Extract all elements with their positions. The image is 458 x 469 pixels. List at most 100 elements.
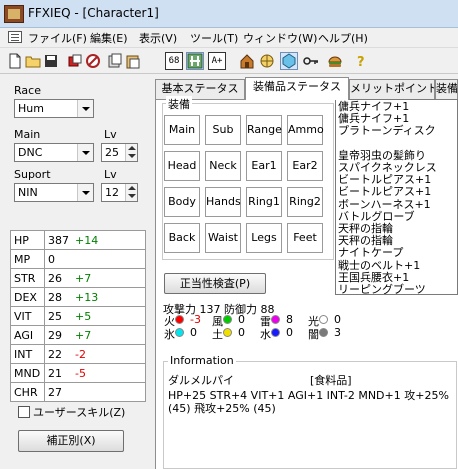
toolbar: 68 A+ ? bbox=[0, 48, 458, 74]
menu-tools[interactable]: ツール(T) bbox=[190, 30, 238, 46]
user-skill-label[interactable]: ユーザースキル(Z) bbox=[33, 404, 125, 420]
tab-merit-points[interactable]: メリットポイント bbox=[349, 79, 435, 99]
list-item[interactable]: ビートルピアス+1 bbox=[338, 174, 431, 186]
element-value: 0 bbox=[190, 326, 197, 339]
equip-slot-body[interactable]: Body bbox=[164, 187, 200, 217]
element-value: 0 bbox=[286, 326, 293, 339]
stat-value: 22 bbox=[44, 344, 72, 364]
house-icon[interactable] bbox=[238, 52, 256, 70]
equip-slot-ring1[interactable]: Ring1 bbox=[246, 187, 282, 217]
spin-arrows-icon[interactable] bbox=[125, 144, 137, 161]
stat-name: CHR bbox=[10, 382, 45, 402]
equip-slot-head[interactable]: Head bbox=[164, 151, 200, 181]
svg-text:?: ? bbox=[357, 55, 365, 69]
support-level-label: Lv bbox=[104, 168, 117, 181]
main-level-label: Lv bbox=[104, 128, 117, 141]
gem-icon[interactable] bbox=[280, 52, 298, 70]
menu-file[interactable]: ファイル(F) bbox=[28, 30, 87, 46]
equip-slot-legs[interactable]: Legs bbox=[246, 223, 282, 253]
equip-slot-ear2[interactable]: Ear2 bbox=[287, 151, 323, 181]
user-skill-checkbox[interactable] bbox=[18, 406, 30, 418]
list-item[interactable]: 戦士のベルト+1 bbox=[338, 259, 420, 272]
equipment-legend: 装備 bbox=[166, 96, 192, 112]
race-label: Race bbox=[14, 84, 41, 97]
element-value: 3 bbox=[334, 326, 341, 339]
support-job-select[interactable]: NIN bbox=[14, 183, 94, 202]
help-icon[interactable]: ? bbox=[352, 52, 370, 70]
equip-slot-ammo[interactable]: Ammo bbox=[287, 115, 324, 145]
stat-name: VIT bbox=[10, 306, 45, 326]
list-item[interactable]: ビートルピアス+1 bbox=[338, 186, 431, 198]
equip-slot-sub[interactable]: Sub bbox=[205, 115, 241, 145]
tab-equipment[interactable]: 装備 bbox=[435, 79, 458, 99]
stat-row: CHR 27 bbox=[10, 382, 146, 402]
equip-slot-feet[interactable]: Feet bbox=[287, 223, 323, 253]
stat-bonus: +5 bbox=[72, 306, 146, 326]
list-item[interactable]: スパイクネックレス bbox=[338, 162, 437, 174]
equipped-item-list[interactable]: 傭兵ナイフ+1 傭兵ナイフ+1 プラトーンディスク 皇帝羽虫の髪飾り スパイクネックレス… bbox=[335, 99, 458, 295]
main-job-select[interactable]: DNC bbox=[14, 143, 94, 162]
spin-arrows-icon[interactable] bbox=[125, 184, 137, 201]
equip-slot-range[interactable]: Range bbox=[246, 115, 282, 145]
equip-slot-back[interactable]: Back bbox=[164, 223, 200, 253]
window-title: FFXIEQ - [Character1] bbox=[28, 6, 159, 20]
element-name: 闇 bbox=[308, 328, 319, 341]
menu-window[interactable]: ウィンドウ(W) bbox=[243, 30, 317, 46]
element-value: -3 bbox=[190, 313, 201, 326]
list-item[interactable]: プラトーンディスク bbox=[338, 125, 436, 137]
race-select-value: Hum bbox=[18, 102, 44, 115]
stat-row: STR 26 +7 bbox=[10, 268, 146, 288]
stat-row: HP 387 +14 bbox=[10, 230, 146, 250]
app-icon[interactable] bbox=[4, 5, 24, 23]
main-job-value: DNC bbox=[18, 146, 43, 159]
key-icon[interactable] bbox=[302, 52, 320, 70]
menu-view[interactable]: 表示(V) bbox=[139, 30, 177, 46]
menu-help[interactable]: ヘルプ(H) bbox=[318, 30, 368, 46]
stat-value: 26 bbox=[44, 268, 72, 288]
food-icon[interactable] bbox=[326, 52, 344, 70]
stat-value: 29 bbox=[44, 325, 72, 345]
open-folder-icon[interactable] bbox=[24, 52, 42, 70]
menu-edit[interactable]: 編集(E) bbox=[90, 30, 128, 46]
document-menu-icon[interactable] bbox=[8, 31, 22, 43]
validity-check-button[interactable]: 正当性検査(P) bbox=[164, 273, 266, 294]
save-icon[interactable] bbox=[42, 52, 60, 70]
adjust-button[interactable]: 補正別(X) bbox=[18, 430, 124, 452]
race-select[interactable]: Hum bbox=[14, 99, 94, 118]
equip-slot-hands[interactable]: Hands bbox=[205, 187, 241, 217]
list-item[interactable]: ボーンハーネス+1 bbox=[338, 198, 431, 211]
undo-icon[interactable] bbox=[66, 52, 84, 70]
equip-slot-ear1[interactable]: Ear1 bbox=[246, 151, 282, 181]
equipment-grid-icon[interactable] bbox=[186, 52, 204, 70]
delete-icon[interactable] bbox=[84, 52, 102, 70]
equip-slot-neck[interactable]: Neck bbox=[205, 151, 241, 181]
globe-icon[interactable] bbox=[258, 52, 276, 70]
element-value: 0 bbox=[238, 326, 245, 339]
list-item[interactable]: 天秤の指輪 bbox=[338, 235, 393, 247]
main-level-stepper[interactable]: 25 bbox=[101, 143, 138, 162]
stat-bonus: -5 bbox=[72, 363, 146, 383]
copy-icon[interactable] bbox=[106, 52, 124, 70]
list-item[interactable]: バトルグローブ bbox=[338, 210, 415, 223]
list-item[interactable]: 王国兵腰衣+1 bbox=[338, 271, 409, 284]
paste-icon[interactable] bbox=[124, 52, 142, 70]
stats-table: HP 387 +14 MP 0 STR 26 +7 DEX 28 +13 VIT 25 +5 AGI 29 +7… bbox=[10, 230, 146, 402]
support-level-stepper[interactable]: 12 bbox=[101, 183, 138, 202]
stat-value: 21 bbox=[44, 363, 72, 383]
level-box-button[interactable]: 68 bbox=[165, 52, 183, 70]
new-file-icon[interactable] bbox=[6, 52, 24, 70]
item-name: ダルメルパイ bbox=[168, 374, 234, 387]
main-level-value: 25 bbox=[105, 146, 119, 159]
list-item[interactable]: リーピングブーツ bbox=[338, 284, 426, 295]
equip-slot-main[interactable]: Main bbox=[164, 115, 200, 145]
equip-slot-waist[interactable]: Waist bbox=[205, 223, 241, 253]
a-plus-button[interactable]: A+ bbox=[208, 52, 226, 70]
list-item[interactable]: ナイトケープ bbox=[338, 247, 403, 259]
equip-slot-ring2[interactable]: Ring2 bbox=[287, 187, 323, 217]
tab-equipment-status[interactable]: 装備品ステータス bbox=[245, 77, 349, 100]
element-dot-icon bbox=[319, 328, 328, 337]
list-item[interactable]: 皇帝羽虫の髪飾り bbox=[338, 149, 426, 162]
stat-row: MP 0 bbox=[10, 249, 146, 269]
element-dot-icon bbox=[271, 328, 280, 337]
stat-bonus: +7 bbox=[72, 268, 146, 288]
